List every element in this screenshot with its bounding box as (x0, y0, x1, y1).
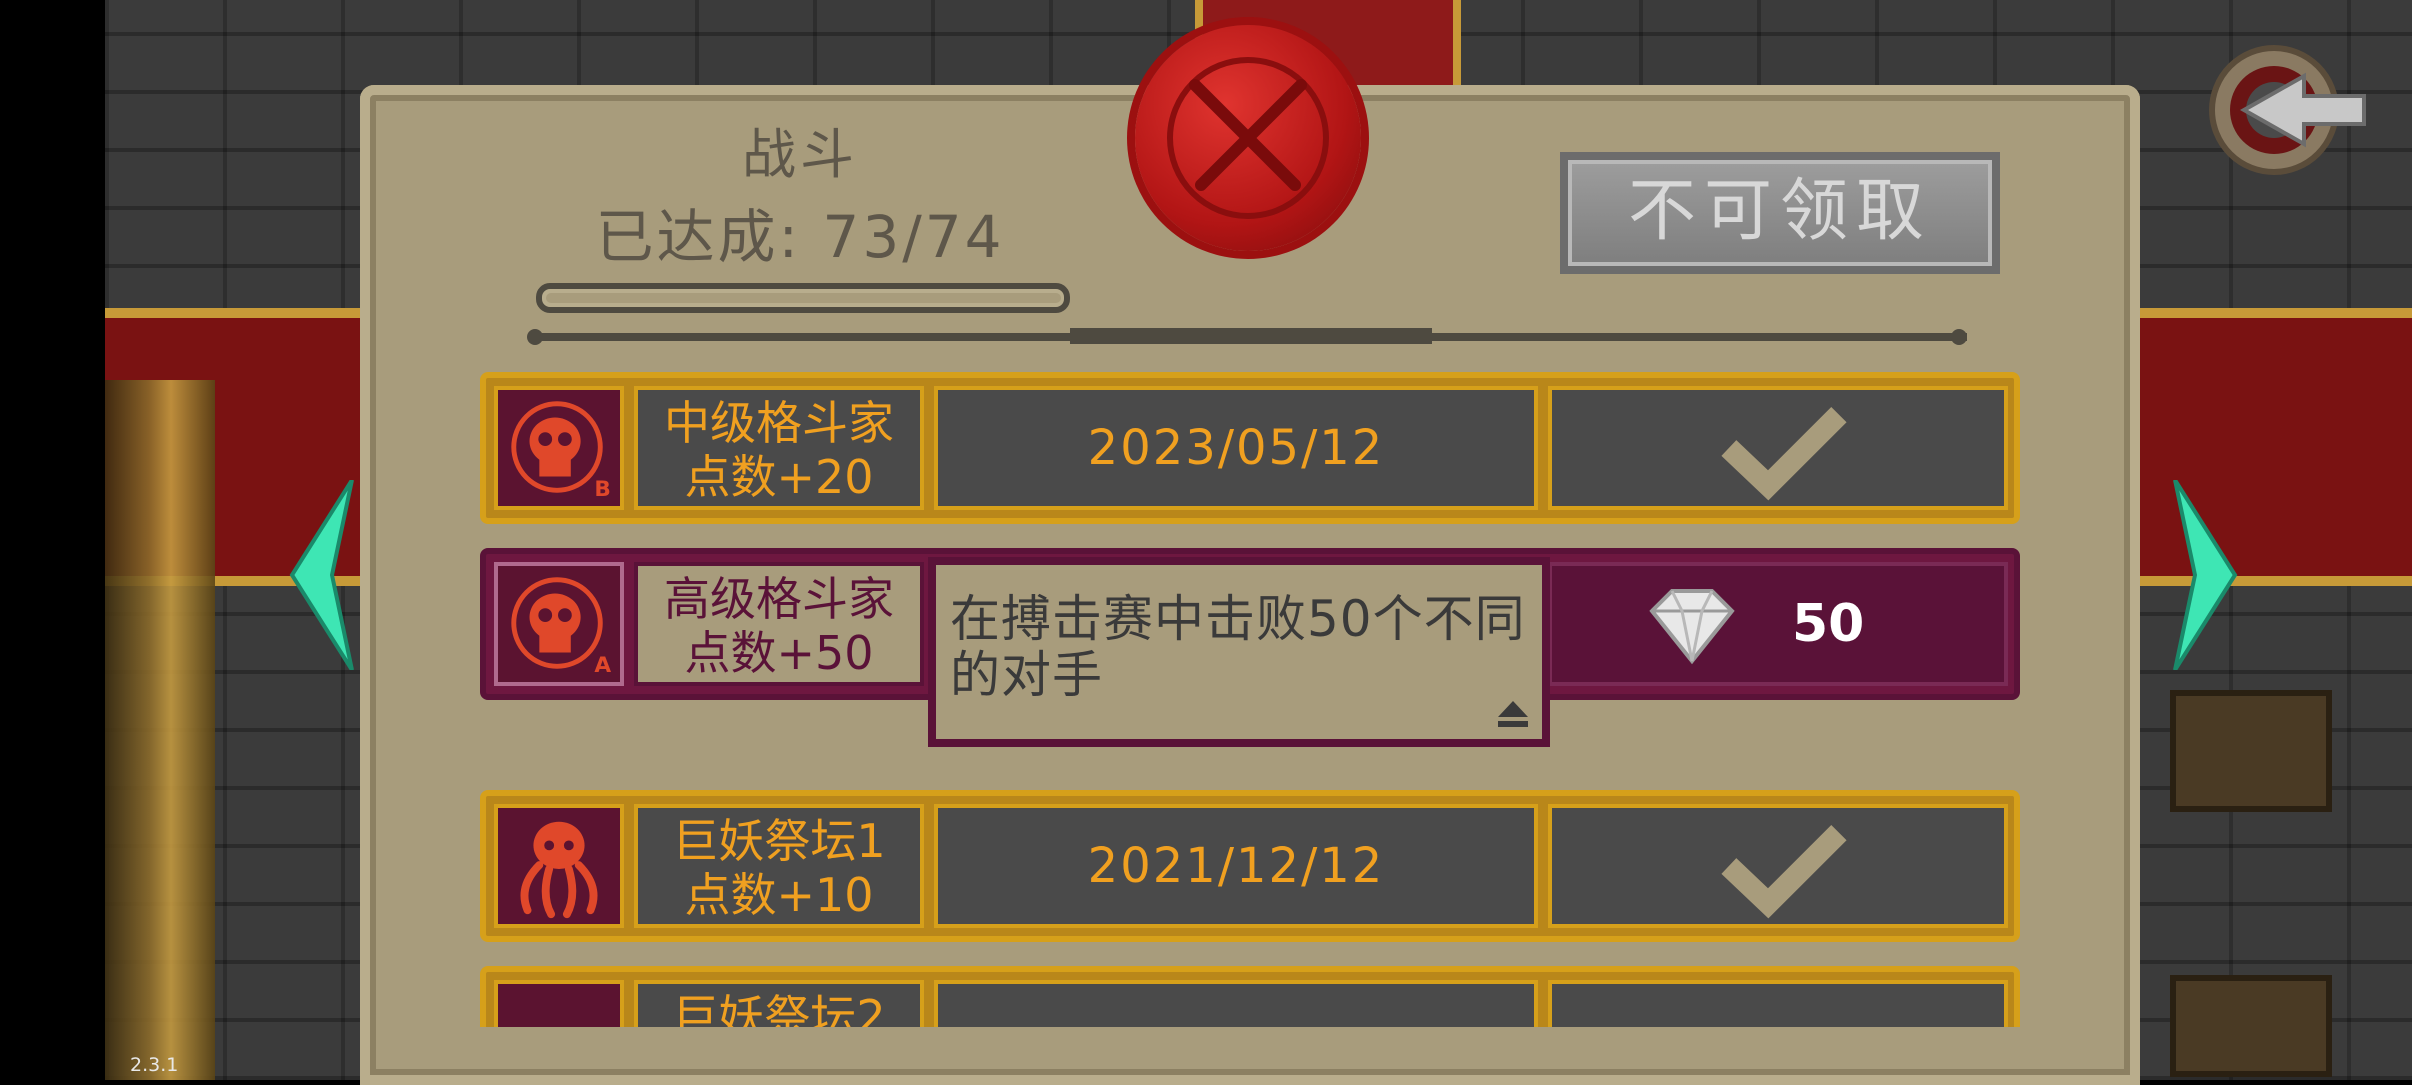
achievement-name: 巨妖祭坛2 (634, 980, 924, 1027)
completed-status (1548, 980, 2008, 1027)
achievement-points: 点数+50 (684, 626, 874, 680)
progress-bar (536, 283, 1070, 313)
next-page-arrow[interactable] (2165, 480, 2245, 670)
achievement-title: 巨妖祭坛1 (672, 814, 886, 868)
wooden-box (2170, 975, 2332, 1077)
version-label: 2.3.1 (130, 1054, 179, 1076)
svg-text:A: A (594, 653, 611, 678)
completion-date: 2023/05/12 (934, 386, 1538, 510)
achievement-list[interactable]: B 中级格斗家 点数+20 2023/05/12 A 高级格斗家 点数+50 5… (480, 372, 2020, 1027)
skull-grade-a-icon: A (494, 562, 624, 686)
achievement-name: 中级格斗家 点数+20 (634, 386, 924, 510)
achievement-points: 点数+20 (684, 450, 874, 504)
achievement-name: 巨妖祭坛1 点数+10 (634, 804, 924, 928)
completion-date: 2021/12/12 (934, 804, 1538, 928)
crossed-swords-icon (1189, 79, 1307, 191)
achievement-title: 巨妖祭坛2 (672, 990, 886, 1027)
claim-button[interactable]: 不可领取 (1560, 152, 2000, 274)
achievement-name: 高级格斗家 点数+50 (634, 562, 924, 686)
category-title: 战斗 (742, 123, 858, 186)
back-button[interactable] (2204, 40, 2374, 180)
svg-text:B: B (594, 477, 610, 502)
reward-box: 50 (1548, 562, 2008, 686)
kraken-icon (494, 980, 624, 1027)
previous-page-arrow[interactable] (282, 480, 362, 670)
treasure-chest (2170, 690, 2332, 812)
achievement-row[interactable]: 巨妖祭坛2 (480, 966, 2020, 1027)
completed-status (1548, 386, 2008, 510)
scroll-thumb[interactable] (1070, 328, 1432, 344)
achievement-title: 中级格斗家 (664, 396, 894, 450)
scroll-start-cap (527, 329, 543, 345)
skull-grade-b-icon: B (494, 386, 624, 510)
checkmark-icon (1721, 406, 1847, 501)
completion-date (934, 980, 1538, 1027)
progress-fill (546, 293, 1061, 303)
diamond-icon (1649, 589, 1735, 665)
progress-label: 已达成: 73/74 (595, 203, 1005, 271)
collapse-icon[interactable] (1492, 697, 1534, 731)
golden-statue (105, 380, 215, 1080)
checkmark-icon (1721, 824, 1847, 919)
completed-status (1548, 804, 2008, 928)
reward-amount: 50 (1792, 594, 1865, 654)
crossed-swords-seal (1135, 25, 1361, 251)
achievement-row[interactable]: 巨妖祭坛1 点数+10 2021/12/12 (480, 790, 2020, 942)
achievement-description: 在搏击赛中击败50个不同的对手 (928, 557, 1550, 747)
description-text: 在搏击赛中击败50个不同的对手 (950, 590, 1526, 704)
achievement-row[interactable]: B 中级格斗家 点数+20 2023/05/12 (480, 372, 2020, 524)
achievement-title: 高级格斗家 (664, 572, 894, 626)
kraken-icon (494, 804, 624, 928)
scroll-end-cap (1951, 329, 1967, 345)
achievement-points: 点数+10 (684, 868, 874, 922)
